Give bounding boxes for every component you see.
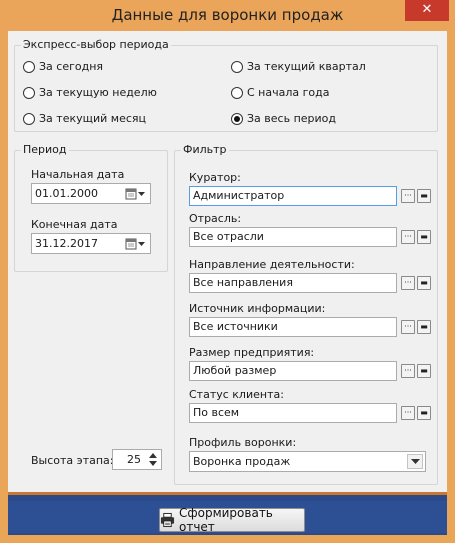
chevron-down-icon[interactable] (407, 454, 423, 469)
radio-all-time-label: За весь период (247, 112, 336, 125)
radio-current-quarter-indicator (231, 61, 243, 73)
end-date-value: 31.12.2017 (35, 237, 98, 250)
calendar-dropdown-icon[interactable] (125, 237, 147, 251)
footer-bar: Сформировать отчет (8, 492, 447, 535)
curator-select-button[interactable]: ··· (401, 189, 415, 203)
source-label: Источник информации: (189, 302, 326, 315)
stage-height-value: 25 (127, 453, 141, 466)
funnel-profile-label: Профиль воронки: (189, 436, 297, 449)
calendar-dropdown-icon[interactable] (125, 187, 147, 201)
industry-select-button[interactable]: ··· (401, 230, 415, 244)
start-date-value: 01.01.2000 (35, 187, 98, 200)
source-clear-button[interactable]: ▬ (417, 320, 431, 334)
express-period-title: Экспресс-выбор периода (21, 38, 171, 52)
radio-current-week-indicator (23, 87, 35, 99)
window-title: Данные для воронки продаж (111, 6, 344, 24)
radio-all-time-indicator (231, 113, 243, 125)
period-group: Период Начальная дата 01.01.2000 Конечна… (14, 143, 168, 272)
radio-year-start[interactable]: С начала года (231, 86, 329, 100)
company-size-clear-button[interactable]: ▬ (417, 364, 431, 378)
industry-field[interactable]: Все отрасли (189, 227, 397, 247)
company-size-label: Размер предприятия: (189, 346, 315, 359)
source-field[interactable]: Все источники (189, 317, 397, 337)
express-period-group: Экспресс-выбор периода За сегодня За тек… (14, 38, 438, 132)
curator-clear-button[interactable]: ▬ (417, 189, 431, 203)
end-date-label: Конечная дата (31, 218, 118, 231)
stage-height-spinner[interactable]: 25 (112, 449, 162, 470)
filter-group: Фильтр Куратор: Администратор ··· ▬ Отра… (174, 143, 438, 485)
title-bar: Данные для воронки продаж ✕ (0, 0, 455, 32)
radio-current-month[interactable]: За текущий месяц (23, 112, 146, 126)
radio-year-start-indicator (231, 87, 243, 99)
client-status-clear-button[interactable]: ▬ (417, 406, 431, 420)
curator-label: Куратор: (189, 171, 241, 184)
radio-current-week-label: За текущую неделю (39, 86, 157, 99)
funnel-profile-select[interactable]: Воронка продаж (189, 451, 426, 472)
filter-client-status: Статус клиента: По всем ··· ▬ (189, 388, 431, 424)
radio-today-label: За сегодня (39, 60, 104, 73)
filter-activity: Направление деятельности: Все направлени… (189, 258, 431, 294)
generate-report-label: Сформировать отчет (178, 506, 273, 534)
dialog-window: Данные для воронки продаж ✕ Экспресс-выб… (0, 0, 455, 543)
start-date-picker[interactable]: 01.01.2000 (31, 183, 151, 204)
activity-select-button[interactable]: ··· (401, 276, 415, 290)
client-status-select-button[interactable]: ··· (401, 406, 415, 420)
radio-today-indicator (23, 61, 35, 73)
radio-current-month-label: За текущий месяц (39, 112, 146, 125)
period-title: Период (21, 143, 69, 157)
close-button[interactable]: ✕ (405, 0, 449, 21)
dialog-body: Экспресс-выбор периода За сегодня За тек… (8, 31, 447, 492)
company-size-select-button[interactable]: ··· (401, 364, 415, 378)
generate-report-button[interactable]: Сформировать отчет (159, 506, 305, 534)
funnel-profile-value: Воронка продаж (193, 455, 291, 468)
radio-current-quarter[interactable]: За текущий квартал (231, 60, 366, 74)
activity-field[interactable]: Все направления (189, 273, 397, 293)
stage-height-label: Высота этапа: (31, 454, 114, 467)
filter-title: Фильтр (181, 143, 229, 157)
end-date-picker[interactable]: 31.12.2017 (31, 233, 151, 254)
activity-label: Направление деятельности: (189, 258, 355, 271)
filter-curator: Куратор: Администратор ··· ▬ (189, 171, 431, 207)
radio-today[interactable]: За сегодня (23, 60, 103, 74)
radio-current-quarter-label: За текущий квартал (247, 60, 366, 73)
filter-source: Источник информации: Все источники ··· ▬ (189, 302, 431, 338)
source-select-button[interactable]: ··· (401, 320, 415, 334)
radio-all-time[interactable]: За весь период (231, 112, 336, 126)
radio-year-start-label: С начала года (247, 86, 330, 99)
radio-current-month-indicator (23, 113, 35, 125)
spinner-arrows-icon[interactable] (148, 451, 158, 468)
filter-company-size: Размер предприятия: Любой размер ··· ▬ (189, 346, 431, 382)
industry-clear-button[interactable]: ▬ (417, 230, 431, 244)
start-date-label: Начальная дата (31, 168, 125, 181)
client-status-field[interactable]: По всем (189, 403, 397, 423)
radio-current-week[interactable]: За текущую неделю (23, 86, 157, 100)
company-size-field[interactable]: Любой размер (189, 361, 397, 381)
printer-icon (160, 512, 175, 528)
filter-industry: Отрасль: Все отрасли ··· ▬ (189, 212, 431, 248)
industry-label: Отрасль: (189, 212, 242, 225)
client-status-label: Статус клиента: (189, 388, 284, 401)
curator-field[interactable]: Администратор (189, 186, 397, 206)
activity-clear-button[interactable]: ▬ (417, 276, 431, 290)
